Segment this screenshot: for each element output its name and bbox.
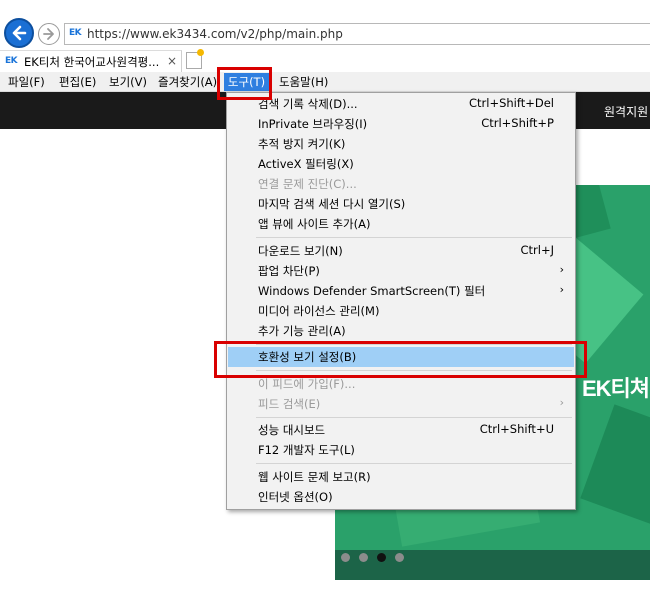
banner-shape (580, 404, 650, 526)
menu-item-delete-history[interactable]: 검색 기록 삭제(D)... Ctrl+Shift+Del (228, 94, 574, 114)
menu-item-feed-discovery: 피드 검색(E) › (228, 394, 574, 414)
submenu-arrow-icon: › (559, 396, 564, 409)
tab-close-icon[interactable]: × (167, 54, 177, 68)
new-tab-button[interactable] (186, 49, 204, 69)
menu-view[interactable]: 보기(V) (109, 74, 147, 90)
remote-support-link[interactable]: 원격지원 (604, 103, 648, 120)
menu-item-performance-dashboard[interactable]: 성능 대시보드 Ctrl+Shift+U (228, 420, 574, 440)
menu-separator (256, 417, 572, 418)
forward-button[interactable] (38, 23, 60, 45)
menu-item-tracking-protection[interactable]: 추적 방지 켜기(K) (228, 134, 574, 154)
menu-item-inprivate[interactable]: InPrivate 브라우징(I) Ctrl+Shift+P (228, 114, 574, 134)
menu-item-label: 웹 사이트 문제 보고(R) (258, 470, 371, 484)
menu-item-label: 마지막 검색 세션 다시 열기(S) (258, 197, 406, 211)
slider-dot[interactable] (341, 553, 350, 562)
banner-title: EK티쳐! (582, 376, 650, 401)
menu-separator (256, 463, 572, 464)
menu-item-label: 미디어 라이선스 관리(M) (258, 304, 380, 318)
menu-item-report-website-problems[interactable]: 웹 사이트 문제 보고(R) (228, 467, 574, 487)
menu-item-view-downloads[interactable]: 다운로드 보기(N) Ctrl+J (228, 241, 574, 261)
menu-item-smartscreen[interactable]: Windows Defender SmartScreen(T) 필터 › (228, 281, 574, 301)
back-button[interactable] (4, 18, 34, 48)
menu-item-label: 이 피드에 가입(F)... (258, 377, 356, 391)
address-bar[interactable]: EK https://www.ek3434.com/v2/php/main.ph… (64, 23, 650, 45)
menu-item-label: Windows Defender SmartScreen(T) 필터 (258, 284, 486, 298)
menu-item-label: InPrivate 브라우징(I) (258, 117, 368, 131)
menu-item-add-to-apps[interactable]: 앱 뷰에 사이트 추가(A) (228, 214, 574, 234)
menu-favorites[interactable]: 즐겨찾기(A) (158, 74, 217, 90)
menu-item-label: 인터넷 옵션(O) (258, 490, 333, 504)
menu-item-popup-blocker[interactable]: 팝업 차단(P) › (228, 261, 574, 281)
menu-item-label: F12 개발자 도구(L) (258, 443, 355, 457)
tools-dropdown-menu: 검색 기록 삭제(D)... Ctrl+Shift+Del InPrivate … (226, 92, 576, 510)
submenu-arrow-icon: › (559, 263, 564, 276)
menu-item-label: ActiveX 필터링(X) (258, 157, 354, 171)
site-favicon-icon: EK (69, 28, 82, 38)
menu-item-shortcut: Ctrl+Shift+Del (469, 96, 554, 110)
menu-item-label: 피드 검색(E) (258, 397, 321, 411)
menu-edit[interactable]: 편집(E) (59, 74, 96, 90)
browser-tab[interactable]: EK EK티처 한국어교사원격평... × (0, 50, 182, 72)
slider-dot-active[interactable] (377, 553, 386, 562)
menu-file[interactable]: 파일(F) (8, 74, 45, 90)
arrow-left-icon (12, 25, 27, 41)
arrow-right-icon (43, 28, 54, 40)
menu-item-internet-options[interactable]: 인터넷 옵션(O) (228, 487, 574, 507)
menu-item-label: 검색 기록 삭제(D)... (258, 97, 358, 111)
annotation-highlight-tools (217, 67, 272, 100)
menu-item-shortcut: Ctrl+Shift+U (479, 422, 554, 436)
new-tab-icon (197, 49, 204, 56)
menu-separator (256, 237, 572, 238)
menu-item-activex-filtering[interactable]: ActiveX 필터링(X) (228, 154, 574, 174)
menu-item-manage-addons[interactable]: 추가 기능 관리(A) (228, 321, 574, 341)
slider-dot[interactable] (359, 553, 368, 562)
address-row: EK https://www.ek3434.com/v2/php/main.ph… (0, 18, 650, 50)
menu-bar: 파일(F) 편집(E) 보기(V) 즐겨찾기(A) 도구(T) 도움말(H) (0, 72, 650, 92)
submenu-arrow-icon: › (559, 283, 564, 296)
menu-item-label: 성능 대시보드 (258, 423, 326, 437)
menu-item-label: 팝업 차단(P) (258, 264, 320, 278)
menu-item-label: 연결 문제 진단(C)... (258, 177, 357, 191)
tab-title: EK티처 한국어교사원격평... (24, 55, 160, 69)
menu-item-label: 추적 방지 켜기(K) (258, 137, 346, 151)
annotation-highlight-compatibility (214, 341, 587, 378)
menu-item-label: 다운로드 보기(N) (258, 244, 343, 258)
menu-item-shortcut: Ctrl+J (520, 243, 555, 257)
tab-strip: EK EK티처 한국어교사원격평... × (0, 49, 650, 72)
menu-item-label: 추가 기능 관리(A) (258, 324, 346, 338)
tab-favicon-icon: EK (5, 56, 18, 66)
menu-item-label: 앱 뷰에 사이트 추가(A) (258, 217, 371, 231)
url-text[interactable]: https://www.ek3434.com/v2/php/main.php (87, 27, 343, 41)
menu-item-media-licenses[interactable]: 미디어 라이선스 관리(M) (228, 301, 574, 321)
menu-item-shortcut: Ctrl+Shift+P (481, 116, 554, 130)
menu-item-diagnose-connection: 연결 문제 진단(C)... (228, 174, 574, 194)
menu-item-reopen-session[interactable]: 마지막 검색 세션 다시 열기(S) (228, 194, 574, 214)
slider-dot[interactable] (395, 553, 404, 562)
menu-help[interactable]: 도움말(H) (279, 74, 328, 90)
menu-item-developer-tools[interactable]: F12 개발자 도구(L) (228, 440, 574, 460)
